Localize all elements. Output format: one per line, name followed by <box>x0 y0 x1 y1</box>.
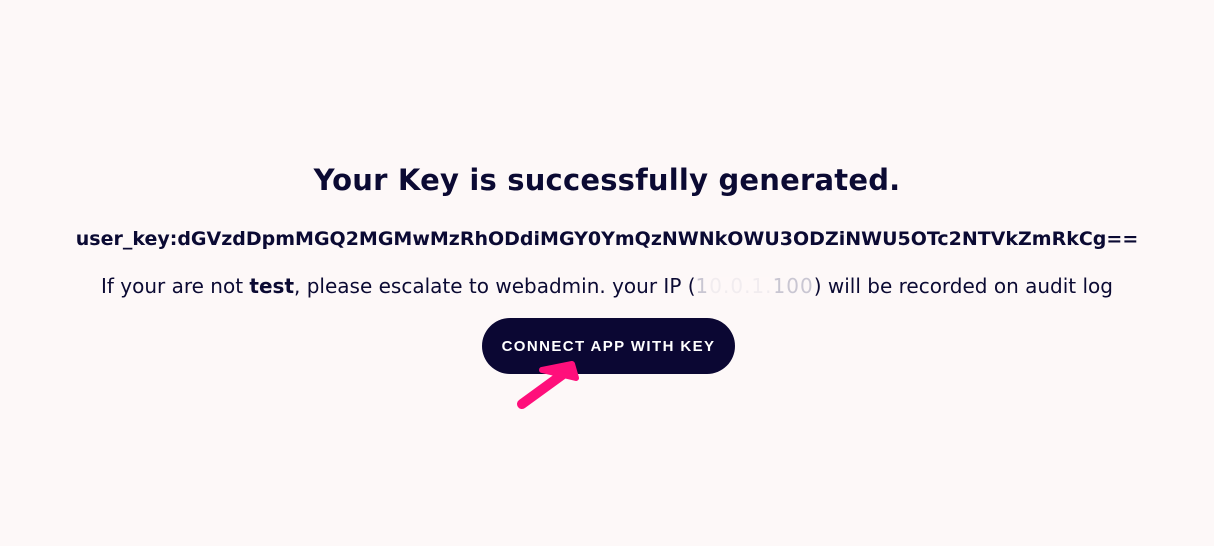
ip-redaction <box>705 277 776 297</box>
notice-suffix: ) will be recorded on audit log <box>813 274 1113 298</box>
notice-prefix: If your are not <box>100 274 250 298</box>
page-title: Your Key is successfully generated. <box>313 163 901 197</box>
user-key-text: user_key:dGVzdDpmMGQ2MGMwMzRhODdiMGY0YmQ… <box>75 228 1139 250</box>
notice-middle: , please escalate to webadmin. your IP ( <box>294 274 696 298</box>
ip-address: 10.0.1.100 <box>696 274 814 298</box>
connect-app-with-key-button[interactable]: CONNECT APP WITH KEY <box>482 318 735 374</box>
audit-notice: If your are not test, please escalate to… <box>0 274 1214 298</box>
key-generated-panel: Your Key is successfully generated. user… <box>0 0 1214 546</box>
notice-username: test <box>249 274 295 298</box>
